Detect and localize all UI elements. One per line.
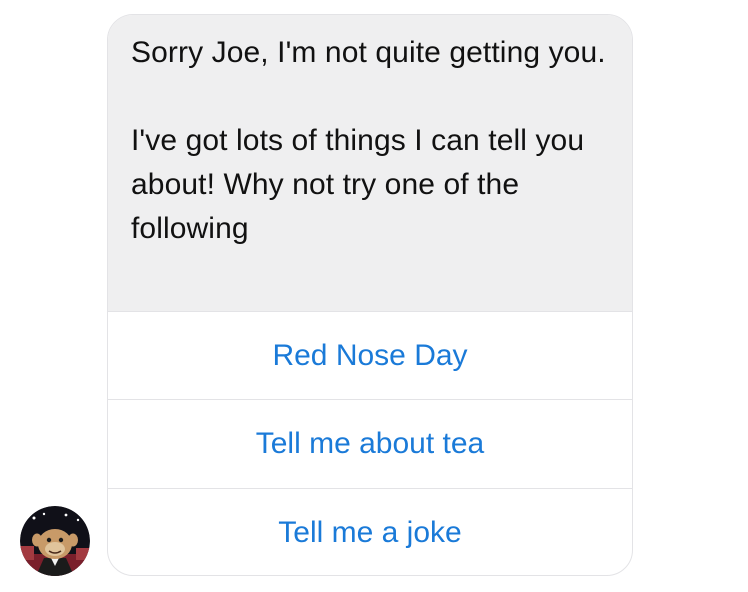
quick-replies: Red Nose Day Tell me about tea Tell me a… <box>108 311 632 575</box>
monkey-avatar-icon <box>20 506 90 576</box>
quick-reply-red-nose-day[interactable]: Red Nose Day <box>108 311 632 399</box>
bot-avatar <box>20 506 90 576</box>
chat-bubble: Sorry Joe, I'm not quite getting you. I'… <box>107 14 633 576</box>
bot-message: Sorry Joe, I'm not quite getting you. I'… <box>108 15 632 311</box>
quick-reply-joke[interactable]: Tell me a joke <box>108 488 632 575</box>
quick-reply-tea[interactable]: Tell me about tea <box>108 399 632 488</box>
message-paragraph: Sorry Joe, I'm not quite getting you. <box>131 36 606 69</box>
message-paragraph: I've got lots of things I can tell you a… <box>131 124 585 245</box>
